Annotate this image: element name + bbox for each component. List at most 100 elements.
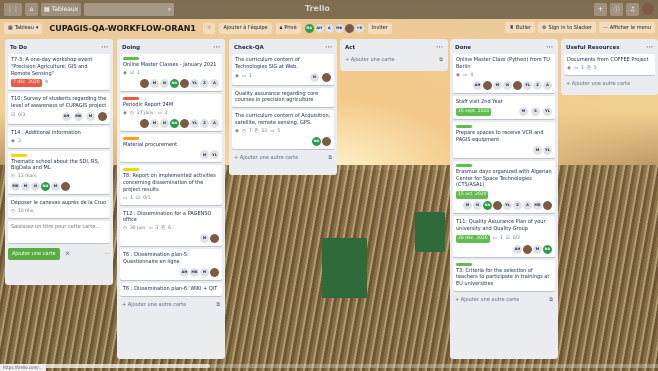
add-card-link[interactable]: + Ajouter une autre carte ⧉ [453,294,555,306]
butler-button[interactable]: ♜ Butler [505,22,536,33]
card-label [123,136,139,140]
list-menu-icon[interactable]: ··· [213,44,220,51]
card[interactable]: Quality assurance regarding core courses… [232,87,334,107]
card-badges: 16 sept. 2020 M S YL [456,107,552,117]
view-switcher[interactable]: ▦ Tableau ▾ [4,22,43,34]
slack-button[interactable]: ⚙ Sign in to Slacker [538,22,596,33]
card[interactable]: Staff visit 2nd Year 16 sept. 2020 M S YL [453,95,555,120]
user-avatar[interactable] [642,3,654,15]
invite-button[interactable]: Inviter [367,22,392,34]
list-menu-icon[interactable]: ··· [436,44,443,51]
avatar[interactable]: A [324,23,334,33]
comment-icon: ▭ [157,110,162,116]
avatar: YL [190,78,199,88]
extra-members-count[interactable]: +6 [354,23,364,33]
add-card-link[interactable]: + Ajouter une autre carte ⧉ [120,299,222,311]
card[interactable]: T6 : Dissemination plan-6: WIKI + QIT [120,282,222,296]
boards-button[interactable]: ▦ Tableaux [41,3,82,16]
card[interactable]: T11: Quality Assurance Plan of your univ… [453,216,555,257]
list-header: Act ··· [343,42,445,54]
apps-button[interactable]: ⋮⋮ [4,3,22,16]
menu-button[interactable]: ··· Afficher le menu [598,22,655,33]
card-title: Documents from COFFEE Project [567,57,649,63]
template-icon[interactable]: ⧉ [216,302,220,308]
avatar: N [503,80,512,90]
card-title: Déposer le canevas auprès de la Cruo [11,200,107,207]
card[interactable]: Thematic school about the SDI, RS, BigDa… [8,150,110,195]
card[interactable]: T12 : Dissemination for a PAGENSO office… [120,207,222,247]
add-card-link[interactable]: + Ajouter une autre carte [564,78,655,90]
lock-icon: 🔒︎ [279,25,283,31]
add-card-link[interactable]: + Ajouter une autre carte ⧉ [232,152,334,164]
list-menu-icon[interactable]: ··· [546,44,553,51]
card[interactable]: Prepare spaces to receive VCR and PAGIS … [453,122,555,158]
card[interactable]: Erasmus days organized with Algerian Cen… [453,160,555,214]
card[interactable]: Documents from COFFEE Project ◉ ▭ 1 ⎘ 5 [564,54,655,75]
list-title[interactable]: To Do [10,45,27,51]
search-input[interactable]: ⌕ [84,3,175,16]
list-title[interactable]: Doing [122,45,140,51]
template-icon[interactable]: ⧉ [328,155,332,161]
new-card-title-input[interactable] [8,221,110,243]
list-menu-icon[interactable]: ··· [101,44,108,51]
list-title[interactable]: Check-QA [234,45,264,51]
home-button[interactable]: ⌂ [25,3,38,16]
close-icon[interactable]: ✕ [65,250,71,258]
add-card-link[interactable]: + Ajouter une carte ⧉ [343,54,445,66]
list-title[interactable]: Useful Resources [566,45,620,51]
avatar[interactable] [344,23,354,33]
list-header: Done ··· [453,42,555,54]
card-members: M YL [123,150,219,160]
card-badges: ☑ 0/3 AH MK M [11,111,107,121]
attachment-count: 5 [593,65,597,71]
card[interactable]: The curriculum content of Acquisition, s… [232,110,334,149]
horizontal-scrollbar[interactable] [0,364,658,368]
avatar[interactable]: NA [304,23,314,33]
avatar: NA [41,182,50,192]
card[interactable]: Periodic Report 24M ◉ ◷ 27 janv. ▭ 2 M N NA YL Z… [120,93,222,131]
avatar[interactable]: AH [314,23,324,33]
card[interactable]: T6 : Dissemination plan-5: Questionnaire… [120,249,222,280]
privacy-button[interactable]: 🔒︎ Privé [275,22,301,34]
avatar: M [150,118,159,128]
avatar: NA [483,201,492,211]
avatar [210,267,219,277]
avatar: Z [533,80,542,90]
bell-icon[interactable]: ♫ [626,3,639,16]
search-icon: ⌕ [167,5,172,13]
card[interactable]: T3: Criteria for the selection of teache… [453,259,555,291]
avatar[interactable]: MK [334,23,344,33]
card[interactable]: T8: Report on implemented activities con… [120,165,222,205]
card[interactable]: T14 : Additional information ◉ 3 [8,126,110,148]
avatar: Z [513,201,522,211]
card[interactable]: Online Master Class (Python) from TU Ber… [453,54,555,93]
team-button[interactable]: Ajouter à l'équipe [219,22,272,34]
card[interactable]: Déposer le canevas auprès de la Cruo ◷ 10… [8,197,110,218]
board-title[interactable]: CUPAGIS-QA-WORKFLOW-ORAN1 [46,24,199,33]
template-icon[interactable]: ⧉ [549,297,553,303]
template-icon[interactable]: ⧉ [439,57,443,63]
info-icon[interactable]: ⓘ [610,3,623,16]
add-card-button[interactable]: Ajouter une carte [8,248,60,260]
composer-menu-icon[interactable]: ··· [104,251,110,258]
avatar: MK [74,111,83,121]
list-menu-icon[interactable]: ··· [646,44,653,51]
list-title[interactable]: Done [455,45,471,51]
card[interactable]: Online Master Classes - January 2021 ◉ ☑ 1… [120,54,222,91]
avatar [210,234,219,244]
card[interactable]: The curriculum content of Technologies S… [232,54,334,85]
comment-icon: ▭ [148,226,153,232]
eye-icon: ◉ [235,73,239,79]
card[interactable]: Material procurement M YL [120,133,222,163]
list-title[interactable]: Act [345,45,355,51]
card[interactable]: T7-3: A one-day workshop event "Precisio… [8,54,110,91]
card[interactable]: T10: Survey of students regarding the le… [8,93,110,124]
eye-icon: ◉ [11,138,15,144]
eye-icon: ◉ [456,72,460,78]
star-button[interactable]: ☆ [202,22,216,34]
comment-icon: ▭ [123,195,128,201]
create-button[interactable]: + [594,3,607,16]
list-menu-icon[interactable]: ··· [325,44,332,51]
due-date-text: 27 janv. [136,110,155,116]
card-title: The curriculum content of Acquisition, s… [235,113,331,126]
